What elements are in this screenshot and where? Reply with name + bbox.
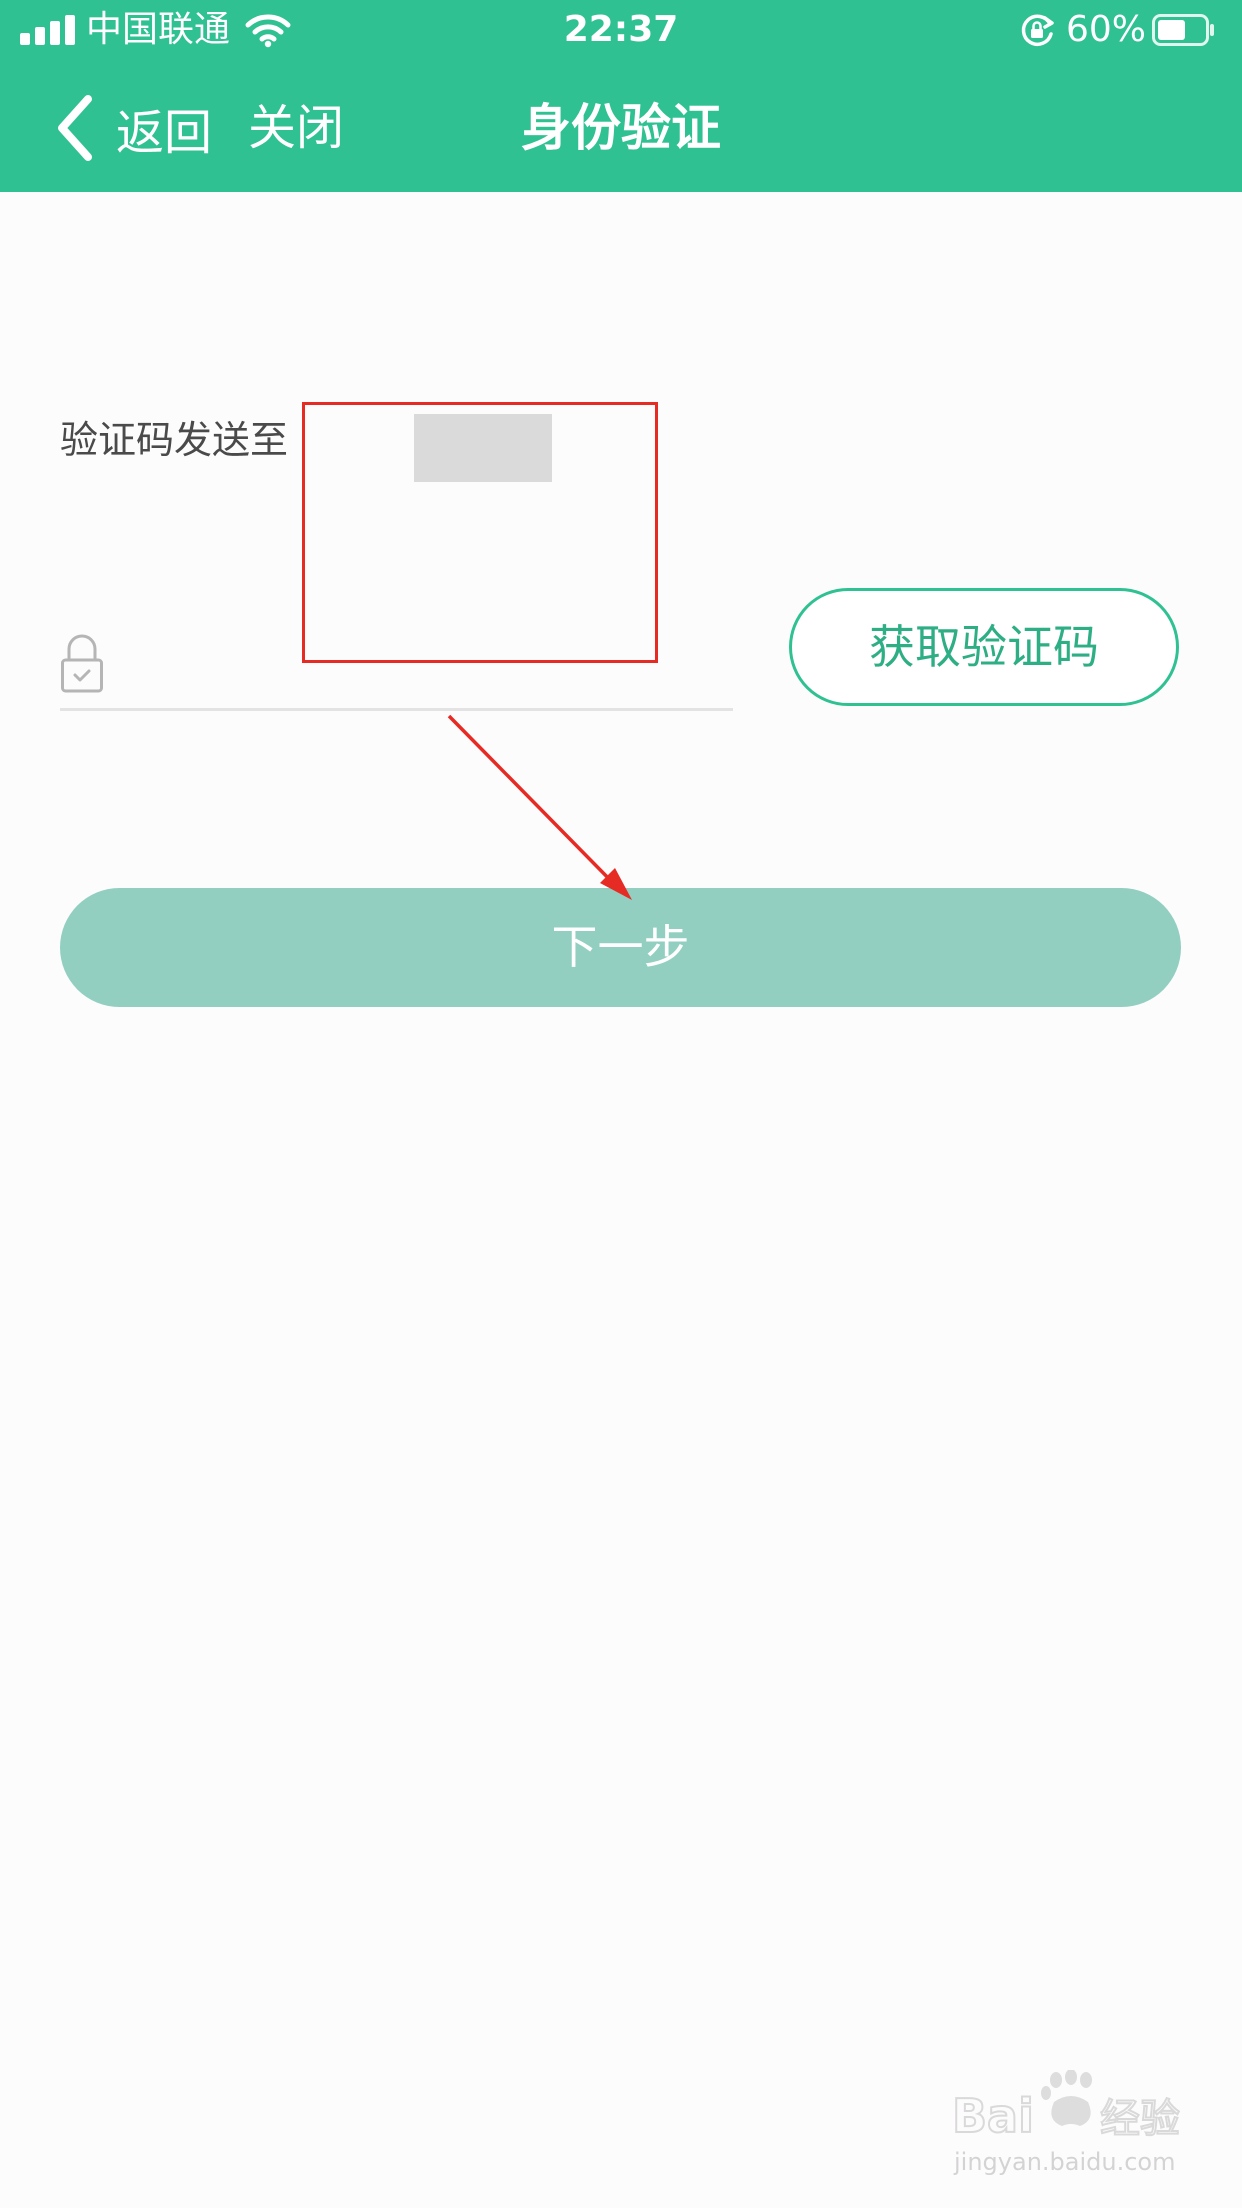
status-bar: 中国联通 22:37 60% <box>0 0 1242 64</box>
status-time: 22:37 <box>563 9 679 50</box>
battery-percent: 60% <box>1066 9 1147 50</box>
annotation-highlight-box <box>302 402 658 663</box>
signal-icon <box>20 15 76 45</box>
back-button[interactable]: 返回 <box>54 90 212 166</box>
chevron-left-icon <box>58 95 92 161</box>
rotation-lock-icon <box>1021 14 1054 47</box>
annotation-arrow-icon <box>447 714 632 900</box>
carrier-name: 中国联通 <box>86 9 231 50</box>
baidu-jingyan-logo: Bai 经验 <box>950 2069 1181 2144</box>
code-sent-to-label: 验证码发送至 <box>60 418 289 462</box>
svg-text:经验: 经验 <box>1100 2096 1180 2140</box>
watermark-domain: jingyan.baidu.com <box>954 2148 1176 2176</box>
battery-icon <box>1152 14 1214 46</box>
svg-text:Bai: Bai <box>952 2089 1034 2140</box>
top-bar: 中国联通 22:37 60% 返回 关闭 身份验证 <box>0 0 1242 192</box>
get-code-button[interactable]: 获取验证码 <box>789 588 1179 706</box>
wifi-icon <box>245 14 291 48</box>
baidu-jingyan-watermark: Bai 经验 jingyan.baidu.com <box>950 2069 1190 2190</box>
page-title: 身份验证 <box>521 99 721 157</box>
lock-icon <box>61 634 103 693</box>
back-label: 返回 <box>116 105 213 161</box>
close-button[interactable]: 关闭 <box>248 90 344 166</box>
